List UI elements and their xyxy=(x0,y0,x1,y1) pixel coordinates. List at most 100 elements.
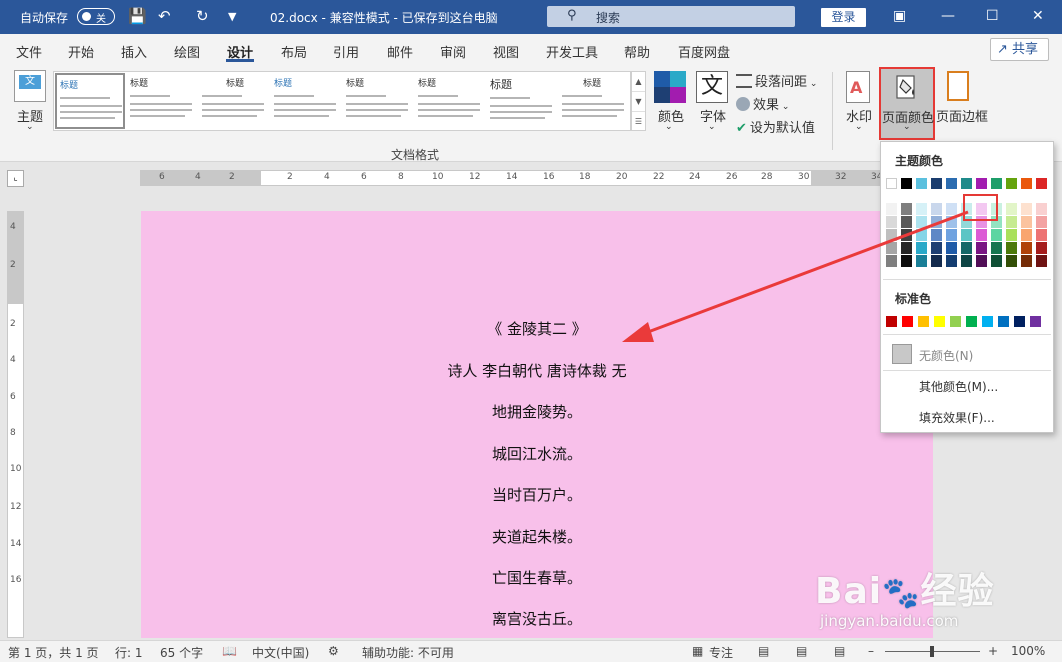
theme-shade-swatch[interactable] xyxy=(946,216,957,228)
tab-selector[interactable]: ⌞ xyxy=(7,170,24,187)
theme-shade-swatch[interactable] xyxy=(1006,216,1017,228)
theme-shade-swatch[interactable] xyxy=(916,203,927,215)
tab-file[interactable]: 文件 xyxy=(16,42,42,61)
standard-color-swatch[interactable] xyxy=(902,316,913,327)
style-set-thumb[interactable]: 标题 xyxy=(199,73,269,129)
theme-shade-swatch[interactable] xyxy=(1006,255,1017,267)
theme-shade-swatch[interactable] xyxy=(991,229,1002,241)
theme-shade-swatch[interactable] xyxy=(901,242,912,254)
tab-draw[interactable]: 绘图 xyxy=(174,42,200,61)
line-number[interactable]: 行: 1 xyxy=(115,644,143,661)
tab-insert[interactable]: 插入 xyxy=(121,42,147,61)
theme-shade-swatch[interactable] xyxy=(931,255,942,267)
theme-color-swatch[interactable] xyxy=(991,178,1002,189)
standard-color-swatch[interactable] xyxy=(918,316,929,327)
theme-shade-swatch[interactable] xyxy=(886,216,897,228)
zoom-out-icon[interactable]: – xyxy=(868,644,874,658)
print-layout-icon[interactable]: ▤ xyxy=(796,644,807,658)
theme-shade-swatch[interactable] xyxy=(916,242,927,254)
gallery-down-icon[interactable]: ▼ xyxy=(632,92,645,112)
theme-color-swatch[interactable] xyxy=(931,178,942,189)
theme-color-swatch[interactable] xyxy=(946,178,957,189)
theme-shade-swatch[interactable] xyxy=(931,216,942,228)
theme-shade-swatch[interactable] xyxy=(1036,229,1047,241)
standard-color-swatch[interactable] xyxy=(1014,316,1025,327)
tab-developer[interactable]: 开发工具 xyxy=(546,42,598,61)
theme-shade-swatch[interactable] xyxy=(916,216,927,228)
theme-color-swatch[interactable] xyxy=(961,178,972,189)
theme-shade-swatch[interactable] xyxy=(991,255,1002,267)
autosave-toggle[interactable]: 关 xyxy=(77,8,115,25)
theme-shade-swatch[interactable] xyxy=(961,229,972,241)
more-colors-item[interactable]: 其他颜色(M)... xyxy=(919,378,998,395)
theme-shade-swatch[interactable] xyxy=(901,216,912,228)
theme-shade-swatch[interactable] xyxy=(946,229,957,241)
standard-color-swatch[interactable] xyxy=(886,316,897,327)
theme-shade-swatch[interactable] xyxy=(1021,255,1032,267)
tab-references[interactable]: 引用 xyxy=(333,42,359,61)
page-count[interactable]: 第 1 页，共 1 页 xyxy=(8,644,99,661)
theme-shade-swatch[interactable] xyxy=(931,229,942,241)
redo-icon[interactable]: ↻ xyxy=(196,8,209,25)
theme-shade-swatch[interactable] xyxy=(886,203,897,215)
zoom-slider-knob[interactable] xyxy=(930,646,934,657)
theme-shade-swatch[interactable] xyxy=(901,255,912,267)
close-icon[interactable]: ✕ xyxy=(1032,8,1044,24)
standard-color-swatch[interactable] xyxy=(934,316,945,327)
theme-shade-swatch[interactable] xyxy=(1006,229,1017,241)
tab-view[interactable]: 视图 xyxy=(493,42,519,61)
tab-help[interactable]: 帮助 xyxy=(624,42,650,61)
share-button[interactable]: ↗ 共享 xyxy=(990,38,1049,61)
theme-shade-swatch[interactable] xyxy=(916,255,927,267)
no-color-item[interactable]: 无颜色(N) xyxy=(919,347,973,364)
gallery-up-icon[interactable]: ▲ xyxy=(632,72,645,92)
macro-icon[interactable]: ⚙ xyxy=(328,644,339,658)
watermark-icon[interactable]: A xyxy=(846,71,870,103)
theme-shade-swatch[interactable] xyxy=(1036,216,1047,228)
theme-shade-swatch[interactable] xyxy=(1021,229,1032,241)
theme-shade-swatch[interactable] xyxy=(976,242,987,254)
theme-shade-swatch[interactable] xyxy=(1036,242,1047,254)
read-mode-icon[interactable]: ▤ xyxy=(758,644,769,658)
standard-color-swatch[interactable] xyxy=(966,316,977,327)
standard-color-swatch[interactable] xyxy=(1030,316,1041,327)
save-icon[interactable]: 💾 xyxy=(128,8,147,25)
theme-shade-swatch[interactable] xyxy=(991,242,1002,254)
tab-layout[interactable]: 布局 xyxy=(281,42,307,61)
tab-baidu-netdisk[interactable]: 百度网盘 xyxy=(678,42,730,61)
style-set-thumb[interactable]: 标题 xyxy=(55,73,125,129)
theme-shade-swatch[interactable] xyxy=(901,203,912,215)
theme-shade-swatch[interactable] xyxy=(931,203,942,215)
tab-home[interactable]: 开始 xyxy=(68,42,94,61)
watermark-chevron-icon[interactable]: ⌄ xyxy=(855,122,863,132)
style-set-thumb[interactable]: 标题 xyxy=(271,73,341,129)
tab-mailings[interactable]: 邮件 xyxy=(387,42,413,61)
theme-shade-swatch[interactable] xyxy=(1021,242,1032,254)
style-set-thumb[interactable]: 标题 xyxy=(127,73,197,129)
proofing-icon[interactable]: 📖 xyxy=(222,644,237,658)
page-border-icon[interactable] xyxy=(947,71,969,101)
tab-review[interactable]: 审阅 xyxy=(440,42,466,61)
standard-color-swatch[interactable] xyxy=(998,316,1009,327)
colors-chevron-icon[interactable]: ⌄ xyxy=(665,122,673,132)
theme-shade-swatch[interactable] xyxy=(901,229,912,241)
ribbon-display-icon[interactable]: ▣ xyxy=(893,8,906,24)
zoom-in-icon[interactable]: + xyxy=(988,644,998,658)
word-count[interactable]: 65 个字 xyxy=(160,644,203,661)
focus-mode[interactable]: 专注 xyxy=(709,644,733,661)
theme-shade-swatch[interactable] xyxy=(976,255,987,267)
effects-button[interactable]: 效果 ⌄ xyxy=(736,94,789,113)
theme-shade-swatch[interactable] xyxy=(946,242,957,254)
theme-shade-swatch[interactable] xyxy=(916,229,927,241)
accessibility-indicator[interactable]: 辅助功能: 不可用 xyxy=(362,644,454,661)
theme-shade-swatch[interactable] xyxy=(1036,203,1047,215)
page-color-button[interactable]: 页面颜色 ⌄ xyxy=(879,67,935,140)
theme-shade-swatch[interactable] xyxy=(886,229,897,241)
language-indicator[interactable]: 中文(中国) xyxy=(252,644,309,661)
theme-color-swatch[interactable] xyxy=(1021,178,1032,189)
theme-color-swatch[interactable] xyxy=(1006,178,1017,189)
set-as-default-button[interactable]: ✔ 设为默认值 xyxy=(736,117,815,136)
gallery-more-icon[interactable]: ☰ xyxy=(632,112,645,132)
theme-shade-swatch[interactable] xyxy=(1036,255,1047,267)
paragraph-spacing-button[interactable]: 段落间距 ⌄ xyxy=(736,71,817,90)
